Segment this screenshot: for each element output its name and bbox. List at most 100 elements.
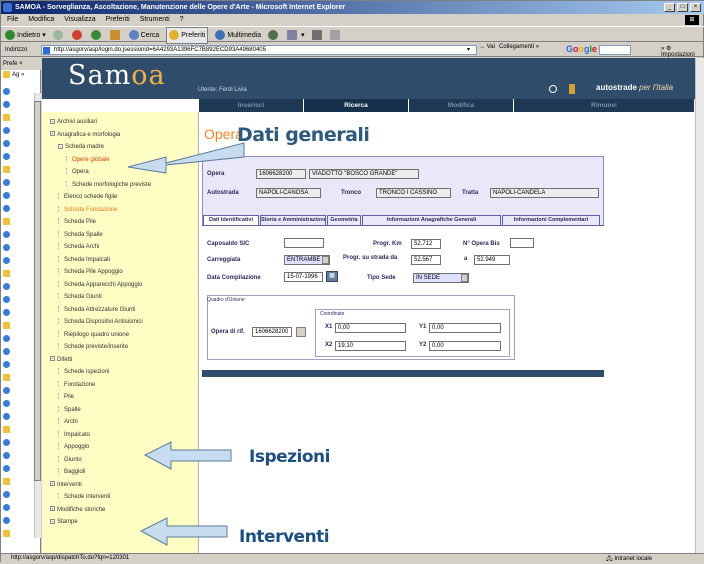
edit-button[interactable] bbox=[330, 28, 342, 43]
history-button[interactable] bbox=[268, 28, 280, 43]
favorite-item[interactable] bbox=[3, 529, 33, 539]
tree-item[interactable]: Scheda Spalle bbox=[58, 231, 103, 240]
maximize-button[interactable]: □ bbox=[677, 3, 688, 12]
opera-name-field[interactable]: VIADOTTO "BOSCO GRANDE" bbox=[309, 169, 419, 179]
mail-button[interactable]: ▾ bbox=[287, 28, 305, 43]
favorite-item[interactable] bbox=[3, 308, 33, 318]
links-button[interactable]: Collegamenti » bbox=[499, 44, 539, 50]
favorite-item[interactable] bbox=[3, 100, 33, 110]
favorite-item[interactable] bbox=[3, 152, 33, 162]
tab-inserisci[interactable]: Inserisci bbox=[199, 99, 304, 112]
go-button[interactable]: → Vai bbox=[479, 44, 495, 50]
favorite-item[interactable] bbox=[3, 321, 33, 331]
tree-item[interactable]: + Archivi ausiliari bbox=[50, 118, 97, 127]
x2-field[interactable]: 19,10 bbox=[335, 341, 406, 351]
tree-item[interactable]: Impalcato bbox=[58, 431, 90, 440]
favorite-item[interactable] bbox=[3, 503, 33, 513]
tab-rimuovi[interactable]: Rimuovi bbox=[514, 99, 695, 112]
progr-strada-from-field[interactable]: 52,567 bbox=[411, 255, 441, 265]
tree-item[interactable]: − Scheda madre bbox=[58, 143, 104, 152]
tree-item[interactable]: Scheda Apparecchi Appoggio bbox=[58, 281, 142, 290]
exit-icon[interactable] bbox=[569, 84, 575, 94]
tree-item[interactable]: Scheda Pile bbox=[58, 218, 96, 227]
tree-item[interactable]: Scheda Fondazione bbox=[58, 206, 117, 215]
progr-strada-to-field[interactable]: 52,949 bbox=[474, 255, 510, 265]
tab-info-complementari[interactable]: Informazioni Complementari bbox=[502, 215, 600, 225]
favorite-item[interactable] bbox=[3, 113, 33, 123]
favorite-item[interactable] bbox=[3, 139, 33, 149]
tree-item[interactable]: Schede interventi bbox=[58, 493, 110, 502]
favorite-item[interactable] bbox=[3, 126, 33, 136]
y1-field[interactable]: 0,00 bbox=[429, 323, 501, 333]
favorites-scroll-thumb[interactable] bbox=[34, 101, 41, 481]
tree-item[interactable]: Fondazione bbox=[58, 381, 95, 390]
tree-item[interactable]: Scheda Giunti bbox=[58, 293, 102, 302]
favorite-item[interactable] bbox=[3, 516, 33, 526]
favorite-item[interactable] bbox=[3, 373, 33, 383]
tree-item[interactable]: Scheda Impalcati bbox=[58, 256, 110, 265]
back-button[interactable]: Indietro ▾ bbox=[5, 28, 46, 43]
menu-strumenti[interactable]: Strumenti bbox=[140, 16, 170, 23]
favorite-item[interactable] bbox=[3, 178, 33, 188]
favorite-item[interactable] bbox=[3, 438, 33, 448]
favorite-item[interactable] bbox=[3, 386, 33, 396]
favorite-item[interactable] bbox=[3, 295, 33, 305]
tree-item[interactable]: Scheda Attrezzature Giunti bbox=[58, 306, 135, 315]
favorites-header[interactable]: Prefe × bbox=[1, 58, 41, 70]
favorite-item[interactable] bbox=[3, 425, 33, 435]
favorite-item[interactable] bbox=[3, 191, 33, 201]
tree-item[interactable]: Baggioli bbox=[58, 468, 85, 477]
calendar-icon[interactable]: ▦ bbox=[326, 271, 338, 282]
print-button[interactable] bbox=[311, 28, 324, 43]
tree-item[interactable]: Riepilogo quadro unione bbox=[58, 331, 129, 340]
tree-item[interactable]: Schede ispezioni bbox=[58, 368, 109, 377]
multimedia-button[interactable]: Multimedia bbox=[215, 28, 261, 43]
menu-help[interactable]: ? bbox=[180, 16, 184, 23]
favorite-item[interactable] bbox=[3, 464, 33, 474]
collapse-icon[interactable]: − bbox=[58, 143, 63, 149]
autostrada-field[interactable]: NAPOLI-CANOSA bbox=[256, 188, 321, 198]
tree-item[interactable]: + Anagrafica e morfologia bbox=[50, 131, 120, 140]
menu-file[interactable]: File bbox=[7, 16, 18, 23]
y2-field[interactable]: 0,00 bbox=[429, 341, 501, 351]
tree-item[interactable]: + Modifiche storiche bbox=[50, 506, 105, 515]
favorite-item[interactable] bbox=[3, 451, 33, 461]
tab-ricerca[interactable]: Ricerca bbox=[304, 99, 409, 112]
google-search-input[interactable] bbox=[599, 45, 631, 55]
tree-item[interactable]: Archi bbox=[58, 418, 78, 427]
expand-icon[interactable]: + bbox=[50, 118, 55, 124]
tree-item[interactable]: Schede previste/inserite bbox=[58, 343, 128, 352]
favorite-item[interactable] bbox=[3, 230, 33, 240]
expand-icon[interactable]: + bbox=[50, 481, 55, 487]
favorite-item[interactable] bbox=[3, 204, 33, 214]
tree-item[interactable]: Scheda Archi bbox=[58, 243, 99, 252]
search-button[interactable]: Cerca bbox=[128, 28, 159, 43]
favorite-item[interactable] bbox=[3, 399, 33, 409]
tree-item[interactable]: Scheda Dispositivi Antisismici bbox=[58, 318, 143, 327]
favorite-item[interactable] bbox=[3, 87, 33, 97]
opera-code-field[interactable]: 1606628200 bbox=[256, 169, 306, 179]
settings-button[interactable]: » ⚙ Impostazioni bbox=[661, 45, 703, 58]
favorite-item[interactable] bbox=[3, 490, 33, 500]
favorite-item[interactable] bbox=[3, 269, 33, 279]
help-icon[interactable] bbox=[549, 85, 557, 93]
menu-modifica[interactable]: Modifica bbox=[28, 16, 54, 23]
tree-item[interactable]: + Interventi bbox=[50, 481, 82, 490]
caposaldo-field[interactable] bbox=[284, 238, 324, 248]
expand-icon[interactable]: + bbox=[50, 506, 55, 512]
x1-field[interactable]: 0,00 bbox=[335, 323, 406, 333]
tree-item[interactable]: Elenco schede figlie bbox=[58, 193, 117, 202]
stop-button[interactable] bbox=[71, 28, 84, 43]
favorite-item[interactable] bbox=[3, 347, 33, 357]
favorite-item[interactable] bbox=[3, 360, 33, 370]
favorites-add-button[interactable]: Ag » bbox=[3, 71, 24, 78]
tree-item[interactable]: + Stampe bbox=[50, 518, 78, 527]
refresh-button[interactable] bbox=[90, 28, 103, 43]
opera-rif-field[interactable]: 1606628200 bbox=[252, 327, 292, 337]
tab-info-anagrafiche[interactable]: Informazioni Anagrafiche Generali bbox=[362, 215, 501, 225]
tab-geometria[interactable]: Geometria bbox=[327, 215, 361, 225]
tree-item[interactable]: Giunto bbox=[58, 456, 82, 465]
expand-icon[interactable]: + bbox=[50, 131, 55, 137]
tab-modifica[interactable]: Modifica bbox=[409, 99, 514, 112]
tree-item[interactable]: Opere globale bbox=[66, 156, 110, 165]
